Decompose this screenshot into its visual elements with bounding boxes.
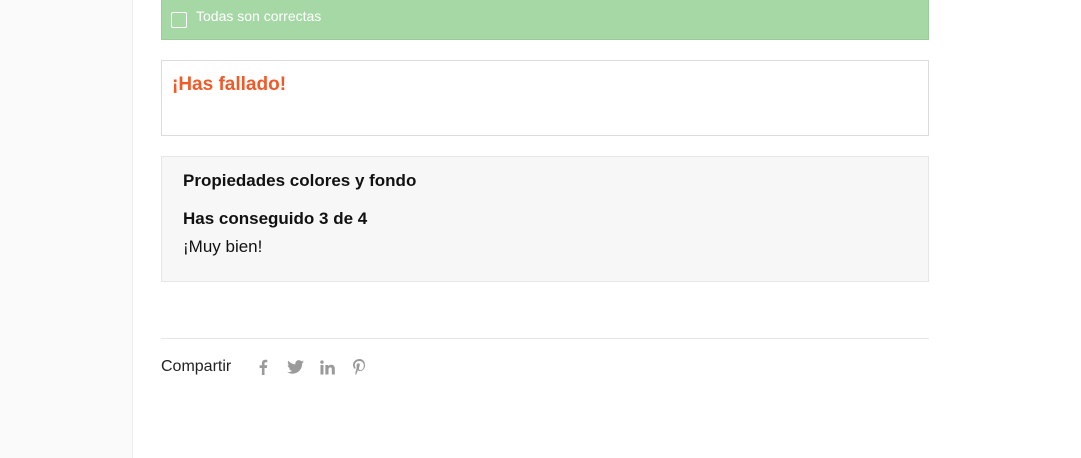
feedback-box: ¡Has fallado! [161, 60, 929, 136]
facebook-icon[interactable] [247, 355, 279, 379]
quiz-score-message: ¡Muy bien! [183, 237, 263, 256]
share-label: Compartir [161, 358, 232, 375]
divider [161, 338, 929, 339]
quiz-score: Has conseguido 3 de 4 [183, 209, 368, 228]
quiz-title: Propiedades colores y fondo [183, 171, 417, 190]
answer-checkbox[interactable] [171, 11, 187, 28]
share-bar: Compartir [161, 355, 375, 379]
left-sidebar [0, 0, 133, 458]
answer-label: Todas son correctas [196, 7, 322, 24]
page: Todas son correctas ¡Has fallado! Propie… [0, 0, 1081, 458]
feedback-message: ¡Has fallado! [172, 74, 287, 95]
quiz-result-box: Propiedades colores y fondo Has consegui… [161, 156, 929, 282]
answer-option[interactable]: Todas son correctas [161, 0, 929, 40]
pinterest-icon[interactable] [343, 355, 375, 379]
twitter-icon[interactable] [279, 355, 311, 379]
linkedin-icon[interactable] [311, 355, 343, 379]
